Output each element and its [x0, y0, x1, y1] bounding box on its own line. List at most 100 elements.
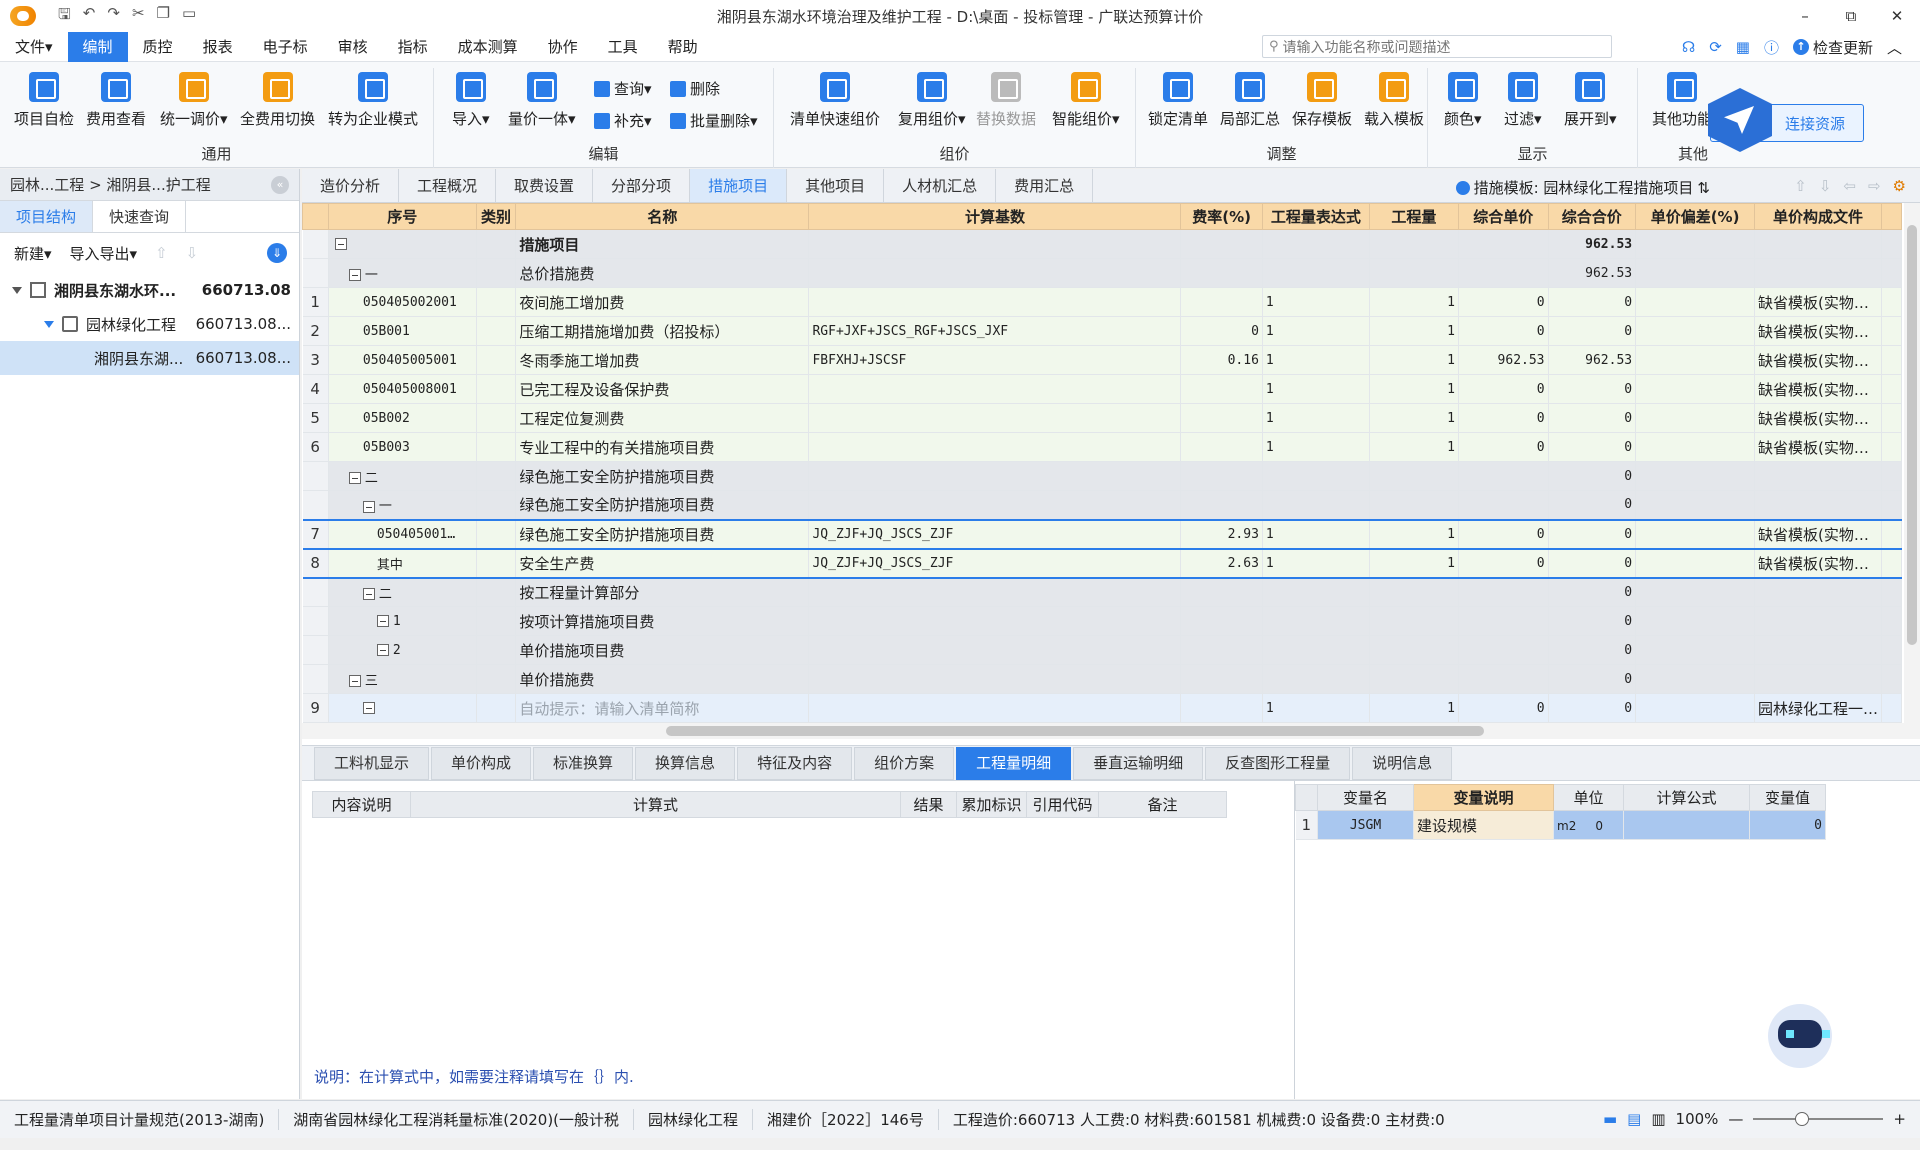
menu-ebid[interactable]: 电子标: [248, 32, 323, 62]
cell-total[interactable]: 962.53: [1548, 345, 1637, 375]
table-row[interactable]: 2 05B001 压缩工期措施增加费（招投标） RGF+JXF+JSCS_RGF+JS…: [302, 316, 1902, 346]
cell-base[interactable]: [808, 229, 1182, 259]
cell-empty[interactable]: [476, 461, 517, 491]
row-number[interactable]: [302, 664, 329, 694]
cell-base[interactable]: [808, 693, 1182, 723]
cell-code[interactable]: 三: [328, 664, 477, 694]
cell-expr[interactable]: [1262, 461, 1370, 491]
cell-rate[interactable]: 2.93: [1180, 518, 1263, 550]
cell-up[interactable]: [1458, 664, 1549, 694]
cell-up[interactable]: [1458, 577, 1549, 607]
cell-name[interactable]: 夜间施工增加费: [515, 287, 810, 317]
tab-project-structure[interactable]: 项目结构: [0, 201, 94, 232]
cell-file[interactable]: [1754, 229, 1883, 259]
cell-code[interactable]: 05B002: [328, 403, 477, 433]
cell-empty[interactable]: [476, 635, 517, 665]
cell-dev[interactable]: [1635, 316, 1756, 346]
cell-dev[interactable]: [1635, 693, 1756, 723]
arrow-left-icon[interactable]: ⇦: [1843, 177, 1856, 195]
var-desc-cell[interactable]: 建设规模: [1413, 810, 1554, 840]
table-row[interactable]: 一 总价措施费 962.53: [302, 258, 1902, 288]
cell-up[interactable]: 0: [1458, 316, 1549, 346]
cell-expr[interactable]: [1262, 258, 1370, 288]
cell-file[interactable]: [1754, 258, 1883, 288]
filter-button[interactable]: 过滤▾: [1504, 72, 1542, 129]
arrow-down-icon[interactable]: ⇩: [1819, 177, 1832, 195]
cell-empty[interactable]: [1881, 547, 1902, 579]
smart-price-button[interactable]: 智能组价▾: [1052, 72, 1120, 129]
cell-up[interactable]: 0: [1458, 693, 1549, 723]
cell-base[interactable]: FBFXHJ+JSCSF: [808, 345, 1182, 375]
cell-base[interactable]: RGF+JXF+JSCS_RGF+JSCS_JXF: [808, 316, 1182, 346]
query-button[interactable]: 查询▾: [594, 78, 652, 99]
cell-rate[interactable]: [1180, 374, 1263, 404]
row-number[interactable]: [302, 577, 329, 607]
cell-expr[interactable]: 1: [1262, 547, 1370, 579]
collapse-ribbon-icon[interactable]: ︿: [1887, 37, 1902, 58]
col-header-type[interactable]: 类别: [475, 203, 517, 230]
cell-name[interactable]: 单价措施项目费: [515, 635, 810, 665]
cell-total[interactable]: 0: [1548, 461, 1637, 491]
cell-total[interactable]: 0: [1548, 635, 1637, 665]
cell-expr[interactable]: 1: [1262, 374, 1370, 404]
cell-empty[interactable]: [476, 664, 517, 694]
row-number[interactable]: 2: [302, 316, 329, 346]
tree-node-unit[interactable]: 园林绿化工程 660713.08...: [0, 307, 299, 341]
cell-empty[interactable]: [476, 287, 517, 317]
cell-up[interactable]: [1458, 461, 1549, 491]
cell-dev[interactable]: [1635, 287, 1756, 317]
cell-rate[interactable]: [1180, 693, 1263, 723]
col-accumulate[interactable]: 累加标识: [956, 791, 1027, 818]
tab-unit-price-composition[interactable]: 单价构成: [431, 747, 532, 780]
cell-total[interactable]: 0: [1548, 374, 1637, 404]
cell-file[interactable]: [1754, 577, 1883, 607]
cell-name[interactable]: 自动提示：请输入清单简称: [515, 693, 810, 723]
var-name-cell[interactable]: JSGM: [1317, 810, 1414, 840]
table-row[interactable]: 3 050405005001 冬雨季施工增加费 FBFXHJ+JSCSF 0.16 1 1 9…: [302, 345, 1902, 375]
reuse-price-button[interactable]: 复用组价▾: [898, 72, 966, 129]
table-row[interactable]: 1 050405002001 夜间施工增加费 1 1 0 0 缺省模板(实物…: [302, 287, 1902, 317]
menu-tools[interactable]: 工具: [593, 32, 653, 62]
cell-code[interactable]: 050405002001: [328, 287, 477, 317]
redo-icon[interactable]: ↷: [107, 4, 120, 29]
zoom-out-button[interactable]: —: [1728, 1110, 1743, 1128]
table-row[interactable]: 二 绿色施工安全防护措施项目费 0: [302, 461, 1902, 491]
menu-cost-calc[interactable]: 成本测算: [443, 32, 533, 62]
expand-to-button[interactable]: 展开到▾: [1564, 72, 1617, 129]
cell-expr[interactable]: [1262, 490, 1370, 520]
settings-icon[interactable]: ⚙: [1893, 177, 1906, 195]
cell-empty[interactable]: [1881, 258, 1902, 288]
row-number[interactable]: [302, 258, 329, 288]
collapse-toggle-icon[interactable]: [376, 615, 389, 627]
cell-dev[interactable]: [1635, 635, 1756, 665]
measure-template[interactable]: 措施模板: 园林绿化工程措施项目 ⇅: [1455, 177, 1710, 198]
cell-rate[interactable]: [1180, 461, 1263, 491]
cell-rate[interactable]: [1180, 490, 1263, 520]
cell-qty[interactable]: [1369, 490, 1459, 520]
cell-base[interactable]: [808, 606, 1182, 636]
cell-file[interactable]: 缺省模板(实物…: [1754, 316, 1883, 346]
paste-icon[interactable]: ▭: [182, 4, 196, 29]
cell-base[interactable]: [808, 432, 1182, 462]
cell-empty[interactable]: [1881, 287, 1902, 317]
cell-qty[interactable]: 1: [1369, 403, 1459, 433]
cell-rate[interactable]: [1180, 432, 1263, 462]
col-header-base[interactable]: 计算基数: [808, 203, 1182, 230]
menu-review[interactable]: 审核: [323, 32, 383, 62]
cell-empty[interactable]: [476, 577, 517, 607]
cell-up[interactable]: [1458, 490, 1549, 520]
table-row[interactable]: 措施项目 962.53: [302, 229, 1902, 259]
full-fee-switch-button[interactable]: 全费用切换: [240, 72, 315, 129]
cell-up[interactable]: 962.53: [1458, 345, 1549, 375]
cell-up[interactable]: [1458, 229, 1549, 259]
cell-empty[interactable]: [1881, 693, 1902, 723]
cell-empty[interactable]: [476, 518, 517, 550]
lock-list-button[interactable]: 锁定清单: [1148, 72, 1208, 129]
cell-file[interactable]: 缺省模板(实物…: [1754, 518, 1883, 550]
cell-qty[interactable]: 1: [1369, 374, 1459, 404]
menu-help[interactable]: 帮助: [653, 32, 713, 62]
col-var-unit[interactable]: 单位: [1553, 784, 1624, 811]
cell-qty[interactable]: 1: [1369, 518, 1459, 550]
cell-total[interactable]: 0: [1548, 287, 1637, 317]
cell-base[interactable]: [808, 258, 1182, 288]
